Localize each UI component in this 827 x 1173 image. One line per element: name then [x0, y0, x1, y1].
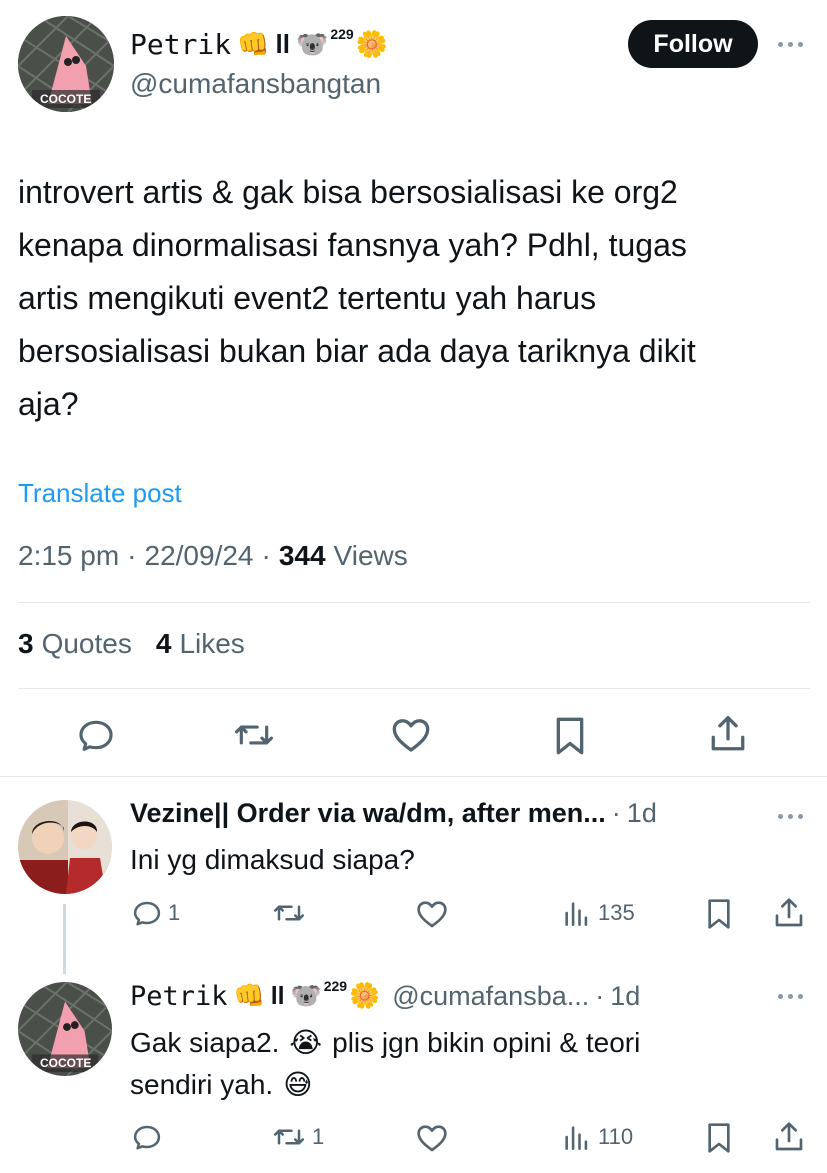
like-icon[interactable]	[391, 716, 431, 754]
tweet-text-line: bersosialisasi bukan biar ada daya tarik…	[18, 333, 696, 369]
name-badge-ll: ll	[275, 28, 290, 59]
tweet-text: introvert artis & gak bisa bersosialisas…	[18, 166, 696, 431]
reply-count: 1	[168, 900, 181, 925]
retweet-icon[interactable]	[233, 716, 275, 754]
name-badge-ll: ll	[270, 981, 285, 1010]
reply-text-segment: plis jgn bikin opini & teori	[332, 1027, 641, 1058]
views-label: Views	[333, 540, 408, 571]
reply-icon[interactable]	[77, 716, 115, 754]
tweet-meta: 2:15 pm · 22/09/24 · 344 Views	[18, 540, 408, 572]
divider	[18, 602, 810, 603]
reply-avatar[interactable]	[18, 800, 112, 894]
divider	[0, 776, 827, 777]
reply-text-line: Gak siapa2. 😭 plis jgn bikin opini & teo…	[130, 1022, 640, 1064]
author-name-row: Petrik 👊 ll 🐨 229 🌼	[130, 24, 388, 64]
bookmark-icon[interactable]	[553, 716, 587, 756]
more-options-icon[interactable]	[778, 994, 803, 999]
tweet-text-line: introvert artis & gak bisa bersosialisas…	[18, 174, 678, 210]
divider	[18, 688, 810, 689]
quotes-label[interactable]: Quotes	[42, 628, 132, 660]
more-options-icon[interactable]	[778, 42, 803, 47]
bookmark-icon[interactable]	[705, 898, 733, 930]
reply-time[interactable]: 1d	[610, 981, 640, 1012]
views-icon[interactable]: 135	[562, 899, 635, 927]
name-badge-229: 229	[323, 978, 348, 994]
meta-separator: ·	[261, 540, 271, 571]
meta-separator: ·	[611, 798, 621, 828]
avatar-caption: COCOTE	[40, 92, 92, 106]
reply-text-segment: Gak siapa2.	[130, 1027, 280, 1058]
fist-emoji-icon: 👊	[237, 29, 270, 59]
reply-author-handle[interactable]: @cumafansba...	[392, 981, 589, 1012]
follow-button[interactable]: Follow	[628, 20, 758, 68]
flower-emoji-icon: 🌼	[349, 981, 381, 1010]
reply-header: Vezine|| Order via wa/dm, after men... ·…	[130, 798, 657, 829]
reply-author-name[interactable]: Vezine|| Order via wa/dm, after men...	[130, 798, 606, 829]
more-options-icon[interactable]	[778, 814, 803, 819]
koala-emoji-icon: 🐨	[290, 981, 322, 1010]
reply-icon[interactable]	[132, 1122, 162, 1152]
bookmark-icon[interactable]	[705, 1122, 733, 1154]
tweet-text-line: artis mengikuti event2 tertentu yah haru…	[18, 280, 597, 316]
koala-emoji-icon: 🐨	[295, 29, 329, 59]
translate-post-link[interactable]: Translate post	[18, 478, 182, 509]
meta-separator: ·	[127, 540, 137, 571]
reply-avatar[interactable]: COCOTE	[18, 982, 112, 1076]
reply-time[interactable]: 1d	[627, 798, 657, 829]
views-count: 110	[598, 1124, 634, 1149]
fist-emoji-icon: 👊	[233, 981, 265, 1010]
quotes-count[interactable]: 3	[18, 628, 34, 660]
share-icon[interactable]	[774, 897, 804, 929]
reply-text-line: sendiri yah. 😅	[130, 1064, 640, 1106]
tweet-time[interactable]: 2:15 pm	[18, 540, 119, 572]
retweet-icon[interactable]	[272, 898, 306, 928]
like-icon[interactable]	[416, 1123, 448, 1153]
views-count: 135	[598, 900, 635, 925]
author-display-name[interactable]: Petrik	[130, 28, 231, 61]
engagement-stats: 3 Quotes 4 Likes	[18, 628, 245, 660]
crying-face-emoji-icon: 😭	[289, 1027, 323, 1058]
sweat-smile-emoji-icon: 😅	[283, 1069, 313, 1100]
avatar-caption: COCOTE	[40, 1056, 92, 1070]
retweet-icon[interactable]: 1	[272, 1122, 324, 1152]
meta-separator: ·	[595, 980, 605, 1011]
reply-header: Petrik 👊 ll 🐨 229 🌼 @cumafansba... · 1d	[130, 976, 640, 1016]
reply-text: Gak siapa2. 😭 plis jgn bikin opini & teo…	[130, 1022, 640, 1106]
retweet-count: 1	[312, 1124, 325, 1149]
share-icon[interactable]	[710, 714, 746, 754]
likes-count[interactable]: 4	[156, 628, 172, 660]
views-icon[interactable]: 110	[562, 1123, 633, 1151]
tweet-date[interactable]: 22/09/24	[145, 540, 254, 572]
share-icon[interactable]	[774, 1121, 804, 1153]
tweet-text-line: kenapa dinormalisasi fansnya yah? Pdhl, …	[18, 227, 687, 263]
tweet-text-line: aja?	[18, 386, 79, 422]
name-badge-229: 229	[330, 26, 354, 42]
reply-text-segment: sendiri yah.	[130, 1069, 274, 1100]
reply-icon[interactable]: 1	[132, 898, 180, 928]
author-handle[interactable]: @cumafansbangtan	[130, 68, 381, 100]
author-avatar[interactable]: COCOTE	[18, 16, 114, 112]
reply-text: Ini yg dimaksud siapa?	[130, 844, 415, 875]
reply-author-name[interactable]: Petrik	[130, 981, 228, 1012]
likes-label[interactable]: Likes	[179, 628, 244, 660]
thread-line	[63, 904, 66, 974]
flower-emoji-icon: 🌼	[355, 29, 389, 59]
views-count: 344	[278, 540, 326, 571]
like-icon[interactable]	[416, 899, 448, 929]
